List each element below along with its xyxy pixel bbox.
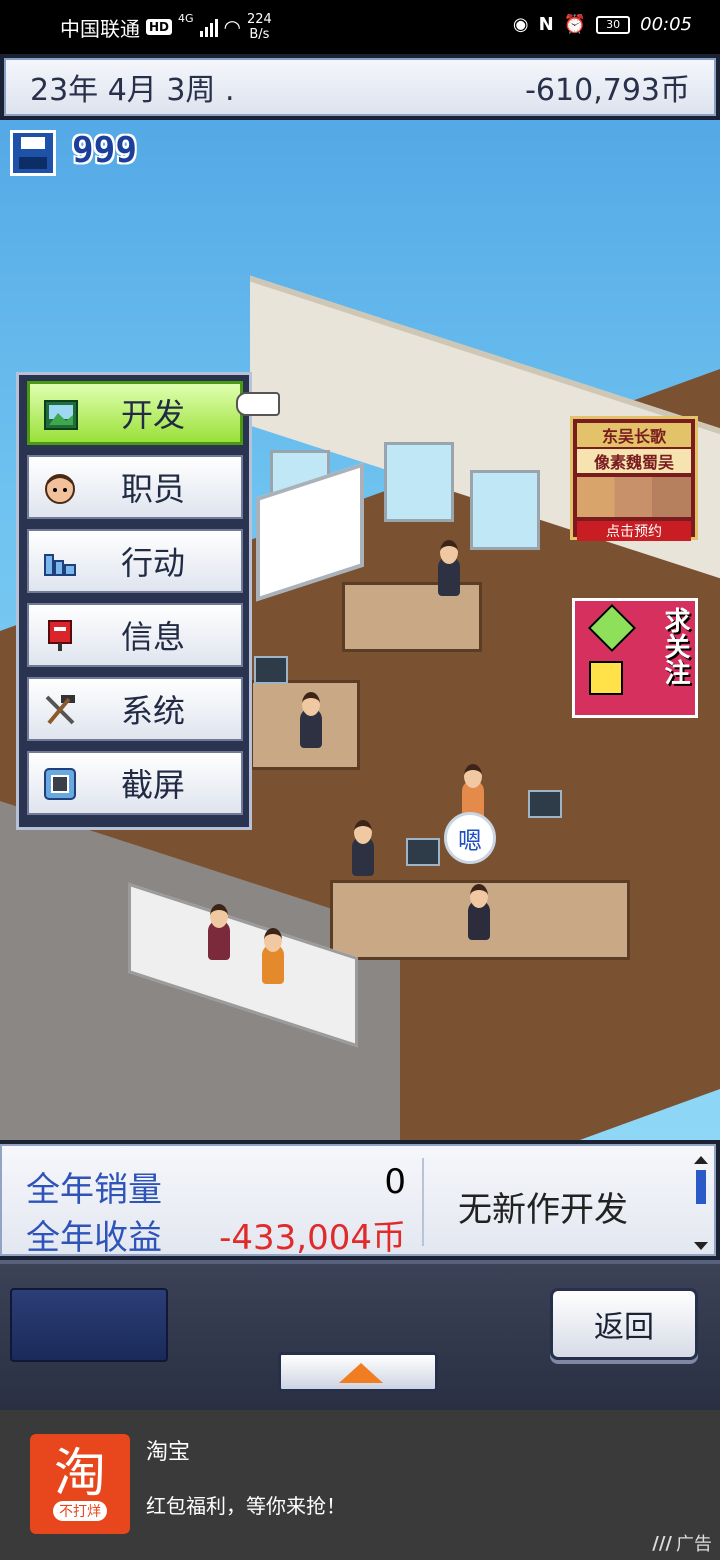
blank-panel-button[interactable] xyxy=(10,1288,168,1362)
speech-bubble: 嗯 xyxy=(444,812,496,864)
preorder-button[interactable]: 点击预约 xyxy=(577,521,691,541)
computer-monitor xyxy=(254,656,288,684)
boss-desk[interactable] xyxy=(342,582,482,652)
annual-sales-row: 全年销量 0 xyxy=(26,1162,406,1211)
computer-monitor xyxy=(406,838,440,866)
annual-revenue-value: -433,004币 xyxy=(219,1218,406,1258)
promo-ad-three-kingdoms[interactable]: 东吴长歌 像素魏蜀吴 点击预约 xyxy=(570,416,698,541)
logo-tag: 不打烊 xyxy=(53,1501,107,1521)
game-top-bar: 23年 4月 3周 . -610,793币 xyxy=(0,54,720,120)
receptionist-character[interactable] xyxy=(208,904,230,960)
status-right: ◉ N ⏰ 30 00:05 xyxy=(513,14,692,35)
follow-text: 求关注 xyxy=(660,607,690,685)
date-funds-panel: 23年 4月 3周 . -610,793币 xyxy=(4,58,716,116)
window xyxy=(384,442,454,522)
logo-character: 淘 xyxy=(53,1444,106,1504)
menu-item-label: 截屏 xyxy=(120,766,185,804)
block-icon xyxy=(587,603,637,653)
ad-label-text: 广告 xyxy=(676,1534,712,1555)
receptionist-character[interactable] xyxy=(262,928,284,984)
speed-value: 224 xyxy=(247,12,272,27)
menu-item-staff[interactable]: 职员 xyxy=(27,455,243,519)
network-speed: 224 B/s xyxy=(247,12,272,42)
menu-item-label: 开发 xyxy=(120,396,185,434)
divider xyxy=(422,1158,424,1246)
menu-item-screenshot[interactable]: 截屏 xyxy=(27,751,243,815)
status-left: 中国联通 HD 4G ◠ 224 B/s xyxy=(60,12,272,42)
save-icon[interactable] xyxy=(10,130,56,176)
bottom-controls: 返回 xyxy=(0,1260,720,1410)
speed-unit: B/s xyxy=(249,27,270,42)
game-date: 23年 4月 3周 . xyxy=(30,73,235,108)
computer-monitor xyxy=(528,790,562,818)
scroll-down-icon[interactable] xyxy=(694,1242,708,1250)
character-portraits xyxy=(577,477,691,517)
staff-character[interactable] xyxy=(300,692,322,748)
network-type: 4G xyxy=(178,12,194,25)
sales-info-panel: 全年销量 0 全年收益 -433,004币 无新作开发 xyxy=(0,1144,716,1259)
nfc-icon: N xyxy=(538,14,554,35)
menu-item-label: 系统 xyxy=(120,692,185,730)
alarm-icon: ⏰ xyxy=(563,14,587,35)
annual-revenue-row: 全年收益 -433,004币 xyxy=(26,1210,406,1259)
annual-revenue-label: 全年收益 xyxy=(26,1218,162,1258)
back-button[interactable]: 返回 xyxy=(550,1288,698,1360)
menu-item-develop[interactable]: 开发 xyxy=(27,381,243,445)
president-character[interactable] xyxy=(438,540,460,596)
scroll-thumb[interactable] xyxy=(696,1170,706,1204)
scroll-up-icon[interactable] xyxy=(694,1156,708,1164)
menu-item-info[interactable]: 信息 xyxy=(27,603,243,667)
info-scrollbar[interactable] xyxy=(694,1156,708,1250)
main-menu: 开发 职员 行动 信息 系统 截屏 xyxy=(16,372,252,830)
development-status: 无新作开发 xyxy=(458,1190,628,1230)
banner-ad[interactable]: 淘 不打烊 淘宝 红包福利，等你来抢！ /// 广告 xyxy=(0,1410,720,1560)
menu-item-system[interactable]: 系统 xyxy=(27,677,243,741)
promo-ad-follow[interactable]: 求关注 xyxy=(572,598,698,718)
battery-icon: 30 xyxy=(596,15,631,34)
carrier-name: 中国联通 xyxy=(60,16,140,41)
funds-value: -610,793币 xyxy=(525,73,690,108)
annual-sales-label: 全年销量 xyxy=(26,1170,162,1210)
window xyxy=(470,470,540,550)
wifi-icon: ◠ xyxy=(223,15,241,39)
eye-icon: ◉ xyxy=(512,14,529,35)
staff-character[interactable] xyxy=(352,820,374,876)
arrow-up-icon xyxy=(339,1363,383,1383)
staff-character[interactable] xyxy=(468,884,490,940)
menu-item-action[interactable]: 行动 xyxy=(27,529,243,593)
save-count: 999 xyxy=(72,130,138,171)
hand-pointer-icon xyxy=(236,392,280,416)
signal-icon xyxy=(199,17,218,37)
hd-badge: HD xyxy=(146,19,173,35)
promo-title: 东吴长歌 xyxy=(577,423,691,447)
clock: 00:05 xyxy=(640,14,692,35)
banner-title: 淘宝 xyxy=(146,1440,191,1465)
promo-subtitle: 像素魏蜀吴 xyxy=(577,449,691,473)
annual-sales-value: 0 xyxy=(384,1162,406,1202)
expand-up-button[interactable] xyxy=(278,1352,438,1392)
status-bar: 中国联通 HD 4G ◠ 224 B/s ◉ N ⏰ 30 00:05 xyxy=(0,0,720,54)
taobao-logo[interactable]: 淘 不打烊 xyxy=(30,1434,130,1534)
sales-info-bar: 全年销量 0 全年收益 -433,004币 无新作开发 xyxy=(0,1140,720,1260)
menu-item-label: 信息 xyxy=(120,618,185,656)
menu-item-label: 行动 xyxy=(120,544,185,582)
menu-item-label: 职员 xyxy=(120,470,185,508)
ad-label: /// 广告 xyxy=(652,1530,712,1556)
banner-text: 红包福利，等你来抢！ xyxy=(146,1494,346,1518)
ad-mark-icon: /// xyxy=(652,1532,672,1554)
character-icon xyxy=(589,661,623,695)
